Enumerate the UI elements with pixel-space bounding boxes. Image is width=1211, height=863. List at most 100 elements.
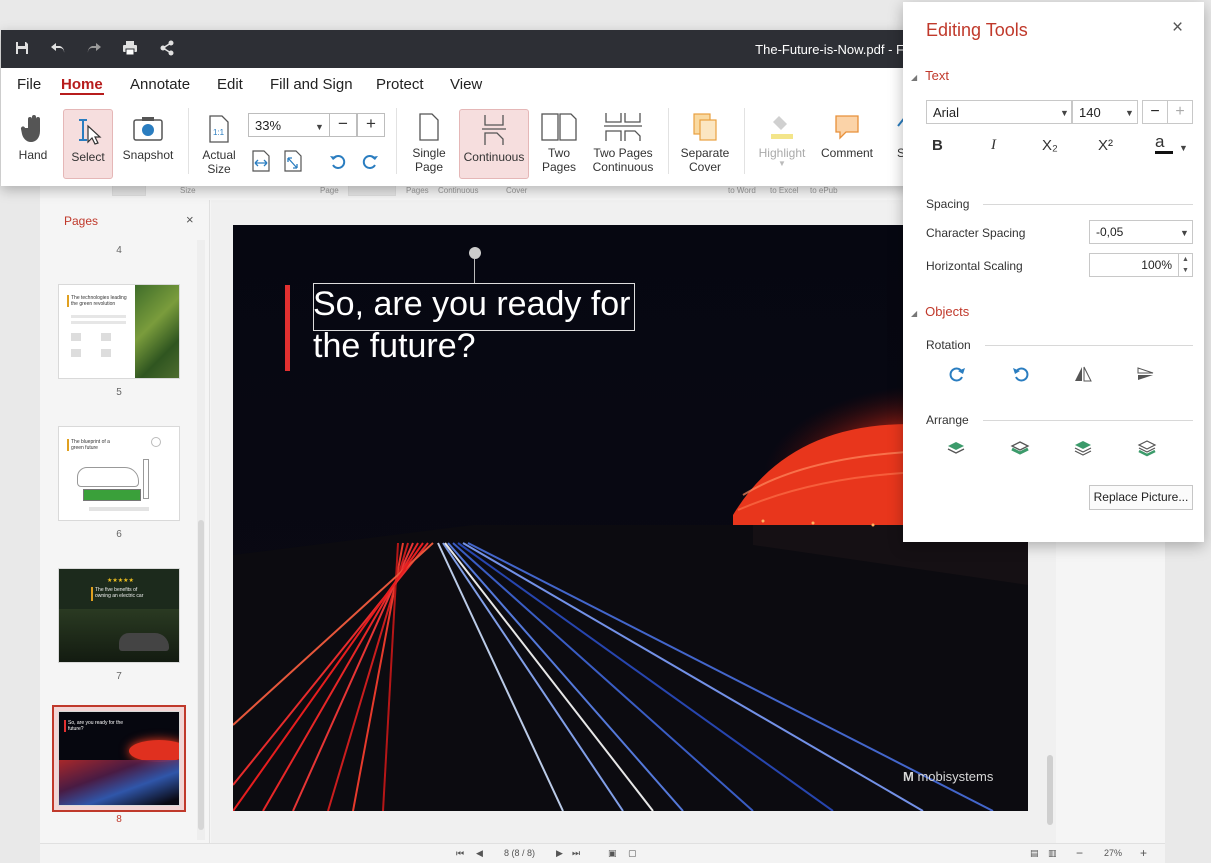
highlight-button[interactable]: Highlight ▼	[753, 112, 811, 168]
zoom-plus-button[interactable]: +	[357, 113, 385, 137]
character-spacing-select[interactable]: -0,05	[1089, 220, 1193, 244]
page-thumbnail-5[interactable]: The technologies leading the green revol…	[58, 284, 180, 379]
highlight-dropdown-icon[interactable]: ▼	[753, 160, 811, 168]
rotate-right-icon[interactable]	[361, 153, 379, 171]
hand-icon	[20, 115, 40, 142]
character-spacing-label: Character Spacing	[926, 226, 1026, 240]
view-mode-alt-icon[interactable]: ▢	[628, 848, 637, 859]
menu-fill-and-sign[interactable]: Fill and Sign	[270, 76, 353, 93]
replace-picture-button[interactable]: Replace Picture...	[1089, 485, 1193, 510]
pages-close-button[interactable]: ×	[186, 212, 194, 227]
italic-button[interactable]: I	[991, 137, 996, 154]
flip-horizontal-icon[interactable]	[1073, 364, 1093, 384]
snapshot-button[interactable]: Snapshot	[119, 114, 177, 162]
character-spacing-dropdown-icon[interactable]: ▼	[1180, 228, 1189, 238]
zoom-level[interactable]: 27%	[1104, 848, 1122, 858]
menu-edit[interactable]: Edit	[217, 76, 243, 93]
bring-forward-icon[interactable]	[1073, 439, 1093, 459]
page-thumbnail-6[interactable]: The blueprint of a green future	[58, 426, 180, 521]
menu-bar: File Home Annotate Edit Fill and Sign Pr…	[1, 68, 936, 100]
editing-tools-title: Editing Tools	[926, 20, 1028, 40]
zoom-dropdown-icon[interactable]: ▼	[315, 122, 324, 132]
bring-to-front-icon[interactable]	[946, 439, 966, 459]
send-to-back-icon[interactable]	[1010, 439, 1030, 459]
font-color-letter: a	[1155, 132, 1165, 151]
fit-width-icon[interactable]	[251, 150, 271, 172]
ghost-label: Size	[180, 186, 196, 195]
font-dropdown-icon[interactable]: ▼	[1060, 108, 1069, 118]
ghost-label: Pages	[406, 186, 429, 195]
horizontal-scaling-input[interactable]: 100%	[1089, 253, 1179, 277]
objects-section-header[interactable]: ◢ Objects	[911, 304, 969, 319]
zoom-minus-button[interactable]: −	[329, 113, 357, 137]
menu-file[interactable]: File	[17, 76, 41, 93]
fit-page-icon[interactable]	[283, 150, 303, 172]
font-color-button[interactable]: a	[1155, 132, 1173, 154]
page-indicator[interactable]: 8 (8 / 8)	[504, 848, 535, 858]
share-icon[interactable]	[158, 40, 176, 58]
actual-size-button[interactable]: 1:1 Actual Size	[197, 114, 241, 176]
ribbon-separator	[396, 108, 397, 174]
thumb-text: The technologies leading the green revol…	[71, 295, 127, 307]
pages-scrollbar-thumb[interactable]	[198, 520, 204, 830]
separate-cover-button[interactable]: Separate Cover	[677, 112, 733, 174]
zoom-out-button[interactable]: −	[1076, 846, 1083, 860]
horizontal-scaling-label: Horizontal Scaling	[926, 259, 1023, 273]
page-number: 5	[116, 387, 122, 398]
flip-vertical-icon[interactable]	[1135, 364, 1155, 384]
single-page-label-1: Single	[412, 146, 446, 160]
horizontal-scaling-stepper[interactable]: ▲ ▼	[1178, 253, 1193, 277]
continuous-icon	[482, 115, 506, 145]
text-section-header[interactable]: ◢ Text	[911, 68, 949, 83]
hand-tool-button[interactable]: Hand	[13, 114, 53, 162]
single-page-button[interactable]: Single Page	[405, 112, 453, 174]
print-icon[interactable]	[121, 40, 139, 58]
superscript-button[interactable]: X²	[1098, 137, 1113, 154]
font-size-minus-button[interactable]: −	[1142, 100, 1168, 124]
zoom-in-button[interactable]: +	[1140, 846, 1147, 860]
menu-annotate[interactable]: Annotate	[130, 76, 190, 93]
font-size-dropdown-icon[interactable]: ▼	[1125, 108, 1134, 118]
rotation-handle[interactable]	[469, 247, 481, 259]
continuous-button[interactable]: Continuous	[459, 109, 529, 179]
font-family-select[interactable]: Arial	[926, 100, 1072, 124]
page-thumbnail-7[interactable]: ★★★★★ The five benefits of owning an ele…	[58, 568, 180, 663]
pages-scrollbar[interactable]	[197, 240, 205, 840]
comment-label: Comment	[820, 146, 873, 160]
bold-button[interactable]: B	[932, 137, 943, 154]
ghost-label: Continuous	[438, 186, 479, 195]
page-thumbnail-8[interactable]: So, are you ready for the future?	[58, 711, 180, 806]
menu-protect[interactable]: Protect	[376, 76, 424, 93]
font-color-dropdown-icon[interactable]: ▼	[1179, 143, 1188, 153]
two-pages-icon	[541, 113, 577, 141]
two-pages-continuous-button[interactable]: Two Pages Continuous	[589, 112, 657, 174]
rotate-counterclockwise-icon[interactable]	[1011, 364, 1031, 384]
last-page-icon[interactable]: ⏭	[572, 848, 580, 859]
menu-view[interactable]: View	[450, 76, 482, 93]
view-mode-icon[interactable]: ▣	[608, 848, 617, 859]
send-backward-icon[interactable]	[1137, 439, 1157, 459]
first-page-icon[interactable]: ⏮	[456, 848, 464, 859]
select-tool-button[interactable]: Select	[63, 109, 113, 179]
close-icon[interactable]: ×	[1172, 17, 1183, 39]
two-pages-button[interactable]: Two Pages	[537, 112, 581, 174]
text-section-label: Text	[925, 68, 949, 83]
prev-page-icon[interactable]: ◀	[476, 848, 483, 859]
redo-icon[interactable]	[85, 40, 103, 58]
fit-width-icon[interactable]: ▥	[1048, 848, 1057, 859]
font-size-plus-button[interactable]: +	[1167, 100, 1193, 124]
headline-text[interactable]: So, are you ready for the future?	[313, 283, 631, 367]
comment-button[interactable]: Comment	[817, 112, 877, 160]
next-page-icon[interactable]: ▶	[556, 848, 563, 859]
actual-size-label-2: Size	[207, 162, 231, 176]
arrange-heading: Arrange	[926, 413, 969, 427]
active-tab-underline	[60, 93, 104, 95]
fit-page-icon[interactable]: ▤	[1030, 848, 1039, 859]
subscript-button[interactable]: X₂	[1042, 137, 1058, 154]
save-icon[interactable]	[13, 40, 31, 58]
document-scrollbar-thumb[interactable]	[1047, 755, 1053, 825]
undo-icon[interactable]	[49, 40, 67, 58]
rotate-clockwise-icon[interactable]	[947, 364, 967, 384]
menu-home[interactable]: Home	[61, 76, 103, 93]
rotate-left-icon[interactable]	[329, 153, 347, 171]
